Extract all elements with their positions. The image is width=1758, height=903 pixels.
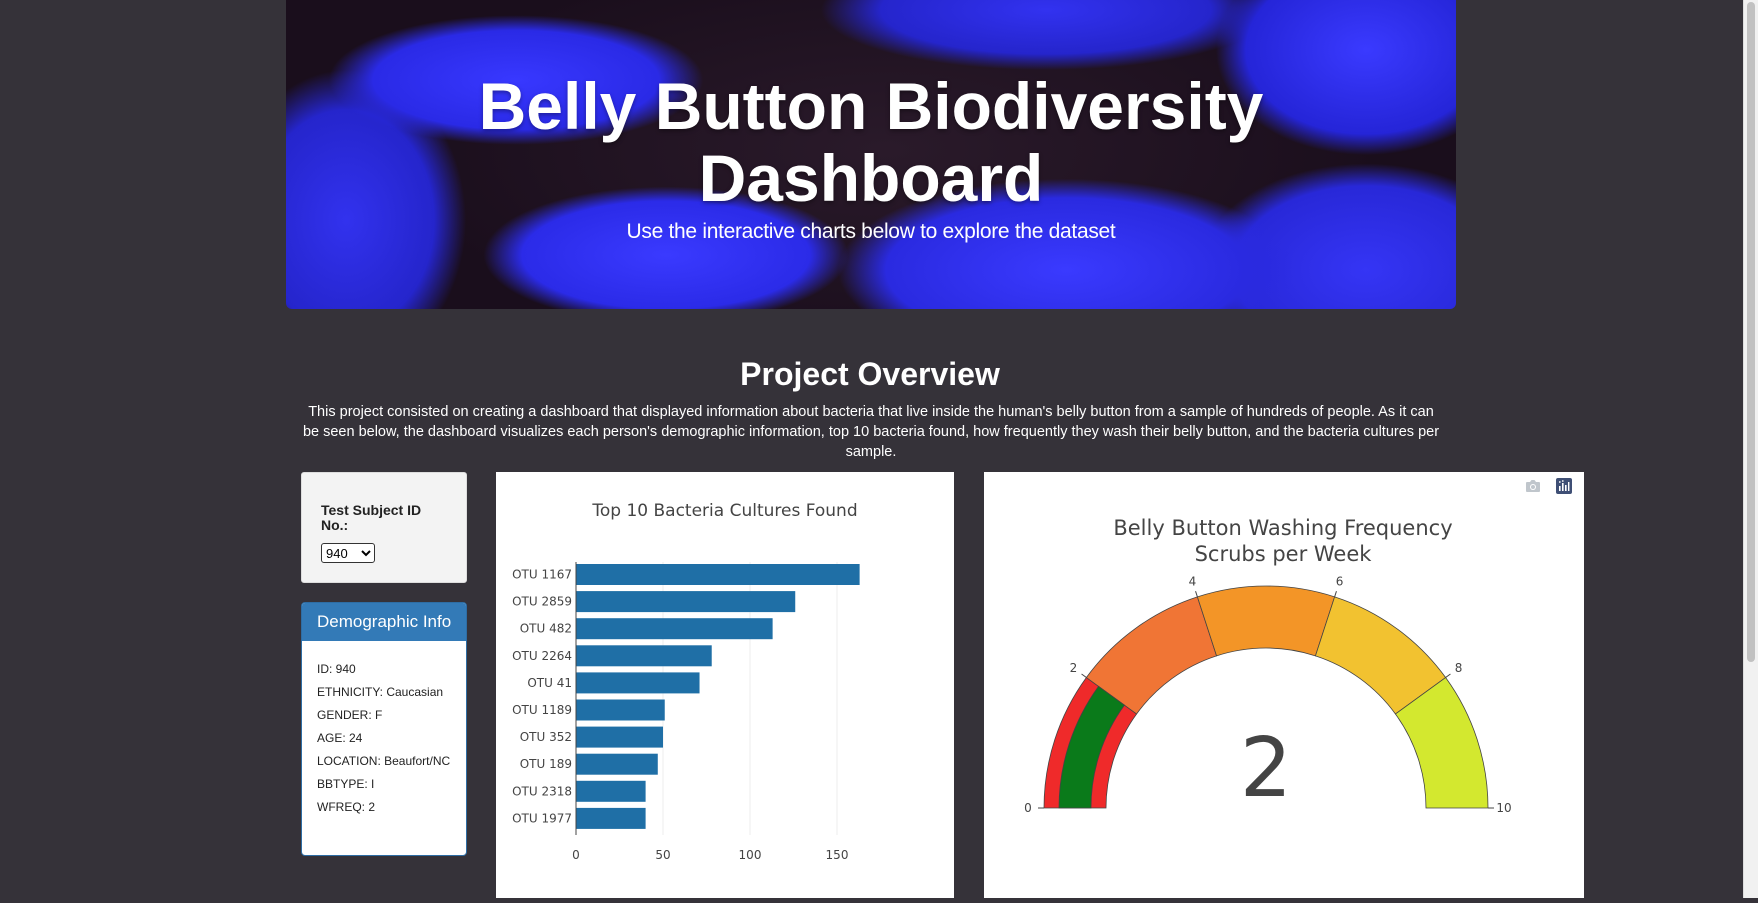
gauge-step	[1196, 585, 1336, 657]
bar-chart: Top 10 Bacteria Cultures Found OTU 1167 O…	[512, 501, 860, 862]
bar	[576, 780, 646, 802]
subject-selector-panel: Test Subject ID No.: 940	[301, 472, 467, 583]
gauge-chart-card: Belly Button Washing Frequency Scrubs pe…	[984, 472, 1584, 898]
demographic-info-body: ID: 940 ETHNICITY: Caucasian GENDER: F A…	[302, 641, 466, 814]
gauge-chart: Belly Button Washing Frequency Scrubs pe…	[1024, 516, 1511, 816]
hero-subtitle: Use the interactive charts below to expl…	[626, 220, 1116, 243]
bar-category-label: OTU 2318	[512, 784, 572, 798]
bar-category-label: OTU 482	[520, 622, 572, 636]
bar-x-tick-label: 150	[826, 848, 849, 862]
demo-row-gender: GENDER: F	[317, 708, 383, 722]
bar-category-label: OTU 2264	[512, 649, 572, 663]
demo-row-id: ID: 940	[317, 662, 356, 676]
bar-category-label: OTU 41	[527, 676, 572, 690]
overview-title: Project Overview	[740, 356, 1000, 392]
demographic-info-title: Demographic Info	[302, 603, 466, 641]
bar	[576, 591, 796, 613]
gauge-subtitle: Scrubs per Week	[1195, 542, 1373, 566]
camera-icon[interactable]	[1524, 477, 1542, 495]
gauge-tick-label: 6	[1336, 575, 1344, 589]
bar	[576, 807, 646, 829]
bar-chart-card: Top 10 Bacteria Cultures Found OTU 1167 O…	[496, 472, 954, 898]
bar	[576, 618, 773, 640]
dashboard-title: Belly Button Biodiversity Dashboard	[286, 70, 1456, 214]
bar-category-label: OTU 189	[520, 757, 572, 771]
demo-row-age: AGE: 24	[317, 731, 363, 745]
bar-category-label: OTU 2859	[512, 595, 572, 609]
demo-row-location: LOCATION: Beaufort/NC	[317, 754, 451, 768]
gauge-tick-label: 10	[1496, 801, 1511, 815]
scrollbar-thumb[interactable]	[1747, 2, 1755, 662]
plotly-logo-icon[interactable]	[1556, 478, 1572, 494]
bar	[576, 645, 712, 667]
bar	[576, 672, 700, 694]
subject-selector-label: Test Subject ID No.:	[321, 502, 422, 533]
gauge-tick-label: 8	[1455, 661, 1463, 675]
bar-x-tick-label: 100	[739, 848, 762, 862]
bar-x-tick-label: 0	[572, 848, 580, 862]
gauge-tick	[1081, 673, 1087, 678]
bar	[576, 699, 665, 721]
hero-banner: Belly Button Biodiversity Dashboard Use …	[286, 0, 1456, 309]
demo-row-bbtype: BBTYPE: I	[317, 777, 375, 791]
demo-row-wfreq: WFREQ: 2	[317, 800, 376, 814]
gauge-tick-label: 4	[1189, 575, 1197, 589]
chart-modebar	[1524, 477, 1572, 495]
page-scrollbar[interactable]	[1743, 0, 1758, 898]
bar-x-tick-label: 50	[655, 848, 670, 862]
gauge-tick	[1445, 673, 1451, 678]
gauge-title: Belly Button Washing Frequency	[1113, 516, 1452, 540]
demographic-info-panel: Demographic Info ID: 940 ETHNICITY: Cauc…	[301, 602, 467, 856]
gauge-tick	[1195, 591, 1198, 598]
demo-row-ethnicity: ETHNICITY: Caucasian	[317, 685, 444, 699]
bar	[576, 726, 663, 748]
gauge-value: 2	[1240, 721, 1292, 816]
bar	[576, 753, 658, 775]
gauge-tick-label: 0	[1024, 801, 1032, 815]
bar-category-label: OTU 352	[520, 730, 572, 744]
bar-category-label: OTU 1167	[512, 568, 572, 582]
title-line-1: Belly Button Biodiversity	[478, 69, 1264, 143]
bar-category-label: OTU 1189	[512, 703, 572, 717]
bar	[576, 564, 860, 585]
gauge-tick-label: 2	[1070, 661, 1078, 675]
bar-category-label: OTU 1977	[512, 811, 572, 825]
gauge-tick	[1334, 591, 1337, 598]
subject-id-dropdown[interactable]: 940	[321, 543, 375, 563]
title-line-2: Dashboard	[698, 141, 1044, 215]
overview-text: This project consisted on creating a das…	[302, 404, 1440, 460]
bar-chart-title: Top 10 Bacteria Cultures Found	[591, 501, 857, 521]
